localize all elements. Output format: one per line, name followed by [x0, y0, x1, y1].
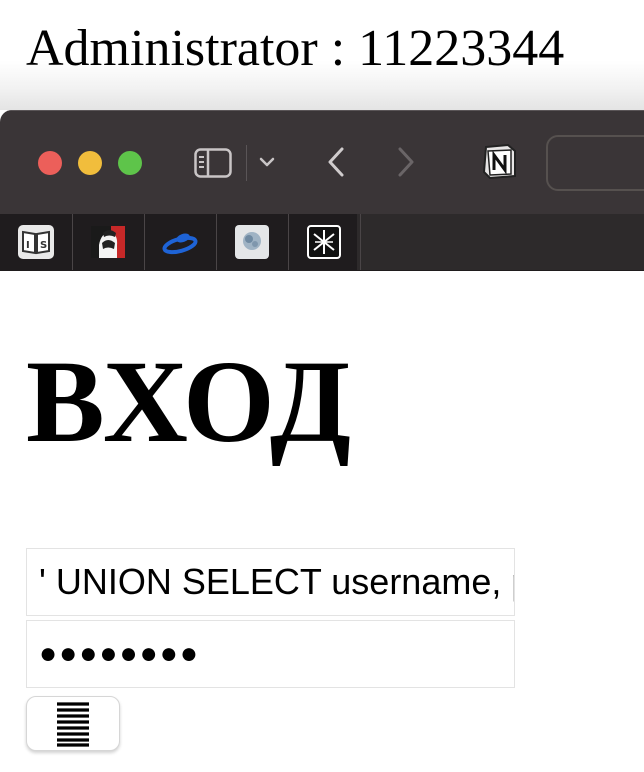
- back-arrow-icon[interactable]: [322, 145, 350, 179]
- image-thumbnail-icon[interactable]: [216, 214, 289, 270]
- password-input[interactable]: ●●●●●●●●: [26, 620, 515, 688]
- username-input[interactable]: [26, 548, 515, 616]
- svg-text:I: I: [26, 240, 30, 251]
- top-banner: Administrator : 11223344: [0, 0, 644, 110]
- swirl-logo-icon[interactable]: [144, 214, 217, 270]
- hacker-avatar-icon[interactable]: [72, 214, 145, 270]
- notion-icon[interactable]: [480, 141, 520, 181]
- book-icon[interactable]: I S: [0, 214, 73, 270]
- sidebar-icon[interactable]: [194, 148, 232, 178]
- favorites-strip: I S: [0, 214, 361, 270]
- close-window-button[interactable]: [38, 151, 62, 175]
- page-title: ВХОД: [26, 336, 353, 467]
- browser-window: I S ВХОД ' UNION SELECT username, passwo…: [0, 110, 644, 772]
- minimize-window-button[interactable]: [78, 151, 102, 175]
- favorites-bar: I S: [0, 214, 644, 271]
- tarot-icon[interactable]: [288, 214, 361, 270]
- chevron-down-icon[interactable]: [258, 153, 276, 171]
- password-mask: ●●●●●●●●: [39, 637, 200, 670]
- forward-arrow-icon[interactable]: [392, 145, 420, 179]
- submit-button[interactable]: [26, 696, 120, 751]
- browser-toolbar: [0, 110, 644, 215]
- address-bar[interactable]: [546, 135, 644, 191]
- zoom-window-button[interactable]: [118, 151, 142, 175]
- barcode-lines-icon: [57, 701, 89, 747]
- toolbar-separator: [246, 145, 247, 181]
- svg-text:S: S: [40, 240, 47, 251]
- admin-credentials-text: Administrator : 11223344: [26, 20, 565, 77]
- page-content: ВХОД ●●●●●●●●: [0, 271, 644, 772]
